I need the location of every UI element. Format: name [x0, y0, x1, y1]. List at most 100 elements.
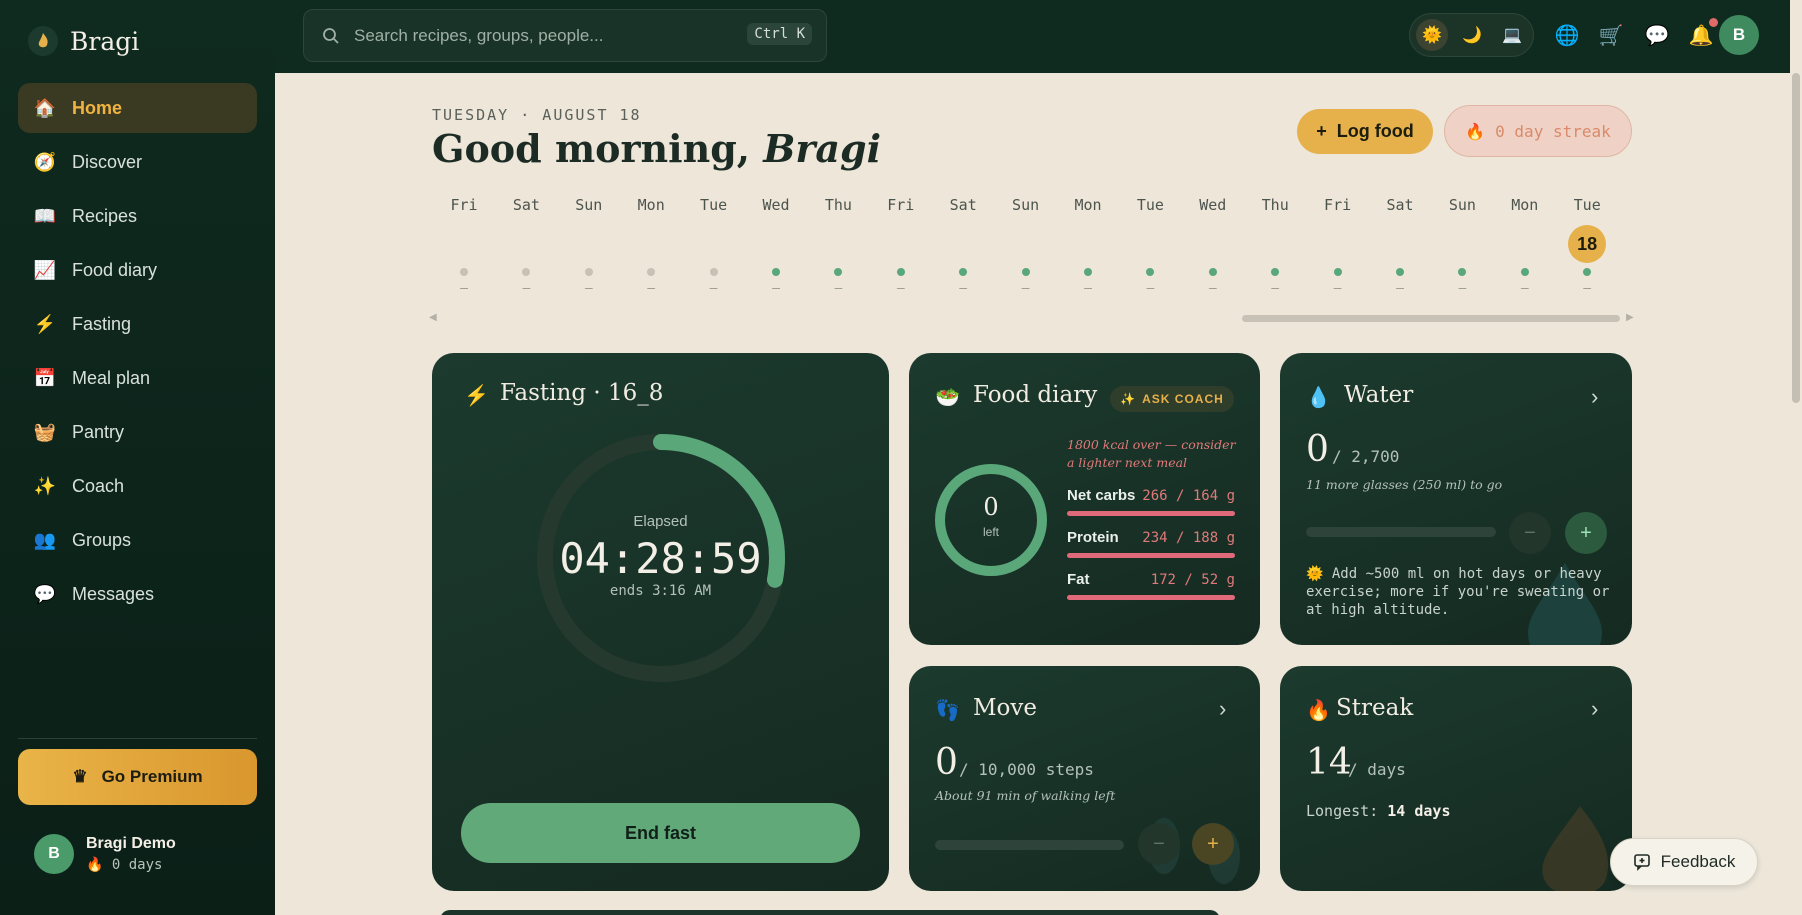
streak-pill[interactable]: 🔥 0 day streak — [1444, 105, 1632, 157]
day-cell[interactable]: Sun – — [1432, 196, 1492, 296]
day-value: – — [709, 281, 718, 296]
water-progress-track — [1306, 527, 1496, 537]
sidebar-item-label: Food diary — [72, 259, 158, 280]
day-cell[interactable]: Mon – — [1495, 196, 1555, 296]
day-cell[interactable]: Sun – — [559, 196, 619, 296]
longest-label: Longest: — [1306, 802, 1379, 820]
steps-plus-button[interactable]: + — [1192, 823, 1234, 865]
day-label: Tue — [1136, 196, 1164, 214]
ask-coach-button[interactable]: ✨ ASK COACH — [1110, 386, 1234, 412]
day-cell[interactable]: Fri – — [871, 196, 931, 296]
go-premium-label: Go Premium — [101, 767, 203, 786]
chat-icon[interactable]: 💬 — [1644, 22, 1670, 48]
day-status-dot — [834, 268, 843, 276]
globe-icon[interactable]: 🌐 — [1554, 22, 1580, 48]
day-cell[interactable]: Wed – — [746, 196, 806, 296]
sidebar-item-messages[interactable]: 💬 Messages — [18, 569, 257, 619]
sidebar-item-meal-plan[interactable]: 📅 Meal plan — [18, 353, 257, 403]
theme-toggle[interactable]: 🌞 🌙 💻 — [1409, 13, 1534, 57]
sun-icon[interactable]: 🌞 — [1416, 19, 1448, 51]
cart-icon[interactable]: 🛒 — [1598, 22, 1624, 48]
water-plus-button[interactable]: + — [1565, 512, 1607, 554]
day-value: – — [834, 281, 843, 296]
sidebar-item-fasting[interactable]: ⚡ Fasting — [18, 299, 257, 349]
day-cell[interactable]: Fri – — [434, 196, 494, 296]
day-cell[interactable]: Sat – — [1370, 196, 1430, 296]
sidebar-item-label: Coach — [72, 475, 125, 496]
day-cell[interactable]: Mon – — [1058, 196, 1118, 296]
today-badge: 18 — [1568, 225, 1607, 263]
sidebar-item-home[interactable]: 🏠 Home — [18, 83, 257, 133]
user-avatar[interactable]: B — [1719, 15, 1759, 55]
sidebar-item-label: Recipes — [72, 205, 138, 226]
sidebar-item-food-diary[interactable]: 📈 Food diary — [18, 245, 257, 295]
day-label: Tue — [700, 196, 728, 214]
chevron-right-icon[interactable]: › — [1591, 384, 1598, 410]
move-card: 👣 Move › 0 / 10,000 steps About 91 min o… — [909, 666, 1260, 891]
greeting-prefix: Good morning, — [432, 126, 751, 171]
sidebar-item-label: Home — [72, 97, 123, 118]
sidebar-item-pantry[interactable]: 🧺 Pantry — [18, 407, 257, 457]
day-label: Thu — [1261, 196, 1289, 214]
day-cell[interactable]: Sat – — [496, 196, 556, 296]
sidebar-item-recipes[interactable]: 📖 Recipes — [18, 191, 257, 241]
log-food-button[interactable]: + Log food — [1297, 109, 1433, 154]
sidebar-nav: 🏠 Home 🧭 Discover 📖 Recipes 📈 Food diary ⚡ Fastin… — [18, 83, 257, 623]
day-cell[interactable]: Sat – — [933, 196, 993, 296]
day-cell[interactable]: Mon – — [621, 196, 681, 296]
search-bar[interactable]: Ctrl K — [303, 9, 827, 62]
day-label: Fri — [1324, 196, 1352, 214]
chevron-right-icon[interactable]: › — [1219, 696, 1226, 722]
day-label: Sat — [512, 196, 540, 214]
sidebar-item-label: Messages — [72, 583, 155, 604]
day-value: – — [1458, 281, 1467, 296]
moon-icon[interactable]: 🌙 — [1456, 19, 1488, 51]
water-minus-button[interactable]: − — [1509, 512, 1551, 554]
search-shortcut: Ctrl K — [747, 23, 812, 45]
greeting-name: Bragi — [763, 126, 882, 171]
day-strip-scrollbar[interactable] — [1242, 315, 1620, 322]
search-icon — [323, 27, 339, 44]
day-value: – — [522, 281, 531, 296]
day-cell[interactable]: Sun – — [996, 196, 1056, 296]
steps-value: 0 — [935, 742, 958, 783]
steps-minus-button[interactable]: − — [1138, 823, 1180, 865]
sidebar-item-label: Discover — [72, 151, 143, 172]
brand[interactable]: Bragi — [28, 26, 139, 56]
go-premium-button[interactable]: ♛ Go Premium — [18, 749, 257, 805]
sidebar-item-coach[interactable]: ✨ Coach — [18, 461, 257, 511]
greeting: Good morning, Bragi — [432, 126, 881, 171]
fire-icon: 🔥 — [86, 857, 104, 873]
flame-icon: 🔥 — [1306, 700, 1331, 722]
log-food-label: Log food — [1336, 121, 1414, 141]
day-cell[interactable]: Tue – — [1120, 196, 1180, 296]
day-cell[interactable]: Thu – — [808, 196, 868, 296]
flame-decoration-icon — [1542, 806, 1609, 891]
day-cell[interactable]: Thu – — [1245, 196, 1305, 296]
bell-icon[interactable]: 🔔 — [1688, 18, 1718, 48]
sidebar-item-groups[interactable]: 👥 Groups — [18, 515, 257, 565]
feedback-button[interactable]: Feedback — [1610, 838, 1758, 886]
day-status-dot — [1208, 268, 1217, 276]
next-card-peek — [440, 910, 1220, 915]
end-fast-button[interactable]: End fast — [461, 803, 860, 863]
day-cell[interactable]: Fri – — [1308, 196, 1368, 296]
chevron-right-icon[interactable]: › — [1591, 696, 1598, 722]
scroll-left-arrow[interactable]: ◀ — [429, 312, 437, 323]
fasting-card: ⚡ Fasting · 16_8 Elapsed 04:28:59 ends 3… — [432, 353, 889, 891]
laptop-icon[interactable]: 💻 — [1496, 19, 1528, 51]
search-input[interactable] — [354, 25, 734, 46]
scroll-right-arrow[interactable]: ▶ — [1626, 312, 1634, 323]
day-value: – — [1208, 281, 1217, 296]
day-status-dot — [1458, 268, 1467, 276]
avatar: B — [34, 834, 74, 874]
day-status-dot — [896, 268, 905, 276]
day-cell[interactable]: Wed – — [1183, 196, 1243, 296]
sidebar-item-discover[interactable]: 🧭 Discover — [18, 137, 257, 187]
page-scroll-thumb[interactable] — [1792, 73, 1800, 403]
profile[interactable]: B Bragi Demo 🔥 0 days — [34, 834, 176, 874]
day-label: Sun — [1448, 196, 1476, 214]
speech-bubble-icon: 💬 — [33, 583, 57, 604]
day-cell[interactable]: Tue – — [684, 196, 744, 296]
day-cell[interactable]: Tue 18 – — [1557, 196, 1617, 296]
